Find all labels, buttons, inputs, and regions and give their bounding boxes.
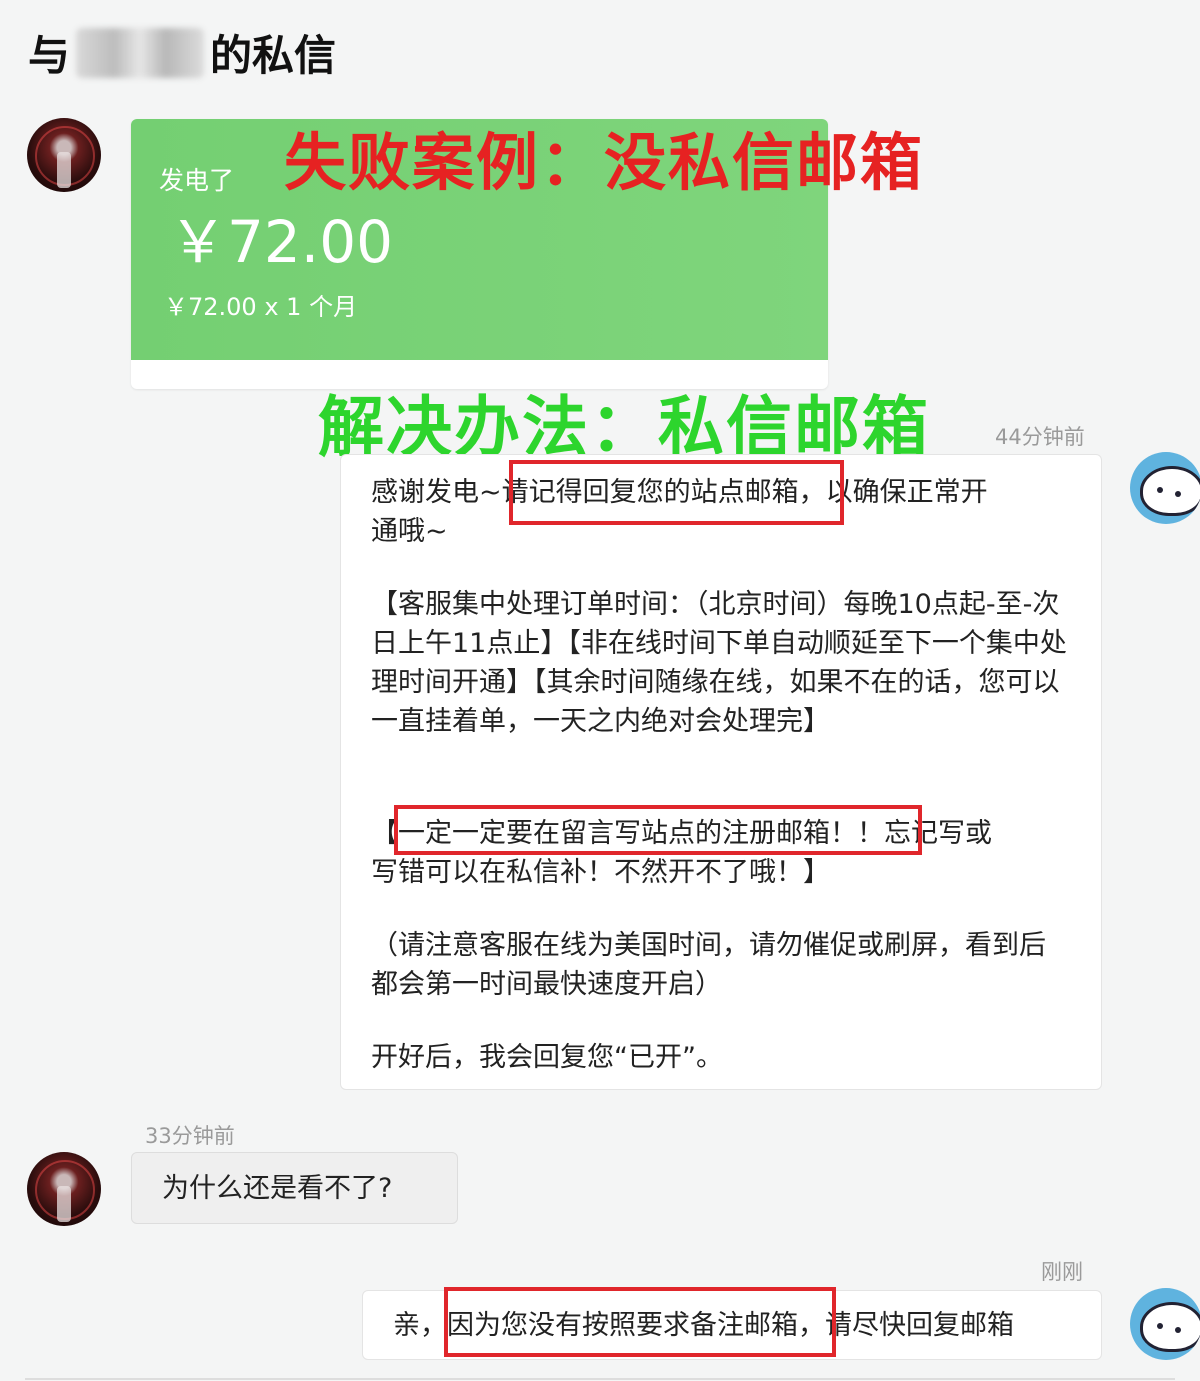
message-timestamp: 44分钟前: [995, 425, 1085, 449]
email-reminder-line2: 写错可以在私信补！不然开不了哦！】: [371, 857, 830, 888]
title-prefix: 与: [28, 31, 71, 80]
failure-caption: 失败案例：没私信邮箱: [284, 126, 925, 199]
timezone-notice: （请注意客服在线为美国时间，请勿催促或刷屏，看到后都会第一时间最快速度开启）: [371, 930, 1046, 1000]
avatar-eye: [1157, 1323, 1163, 1329]
highlight-box: [509, 460, 844, 525]
owner-avatar[interactable]: [1130, 1288, 1200, 1360]
message-timestamp: 33分钟前: [145, 1124, 235, 1148]
payment-amount: ￥72.00: [169, 208, 394, 276]
title-suffix: 的私信: [210, 31, 337, 80]
message-timestamp: 刚刚: [1041, 1260, 1083, 1284]
avatar-eye: [1157, 487, 1163, 493]
divider: [25, 1378, 1175, 1380]
highlight-box: [444, 1287, 836, 1357]
owner-avatar[interactable]: [1130, 452, 1200, 524]
payment-detail: ￥72.00 x 1 个月: [164, 293, 358, 321]
avatar-face: [1140, 1302, 1200, 1352]
payment-label: 发电了: [159, 166, 235, 195]
user-question-text: 为什么还是看不了?: [162, 1173, 393, 1204]
avatar-figure: [57, 152, 71, 188]
avatar-face: [1140, 466, 1200, 516]
service-hours-paragraph: 【客服集中处理订单时间：（北京时间）每晚10点起-至-次日上午11点止】【非在线…: [371, 589, 1067, 737]
page-title: 与 的私信: [28, 22, 336, 83]
avatar-eye: [1175, 491, 1181, 497]
auto-reply-bubble: 感谢发电~请记得回复您的站点邮箱，以确保正常开 通哦~ 【客服集中处理订单时间：…: [340, 454, 1102, 1090]
completion-notice: 开好后，我会回复您“已开”。: [371, 1042, 723, 1073]
avatar-figure: [57, 1186, 71, 1222]
user-question-bubble: 为什么还是看不了?: [131, 1152, 458, 1224]
auto-reply-text: 感谢发电~: [371, 477, 502, 508]
highlight-box: [394, 805, 922, 855]
blurred-username: [76, 27, 205, 78]
user-avatar[interactable]: [27, 118, 101, 192]
final-reply-prefix: 亲，: [393, 1310, 447, 1341]
avatar-eye: [1175, 1327, 1181, 1333]
user-avatar[interactable]: [27, 1152, 101, 1226]
